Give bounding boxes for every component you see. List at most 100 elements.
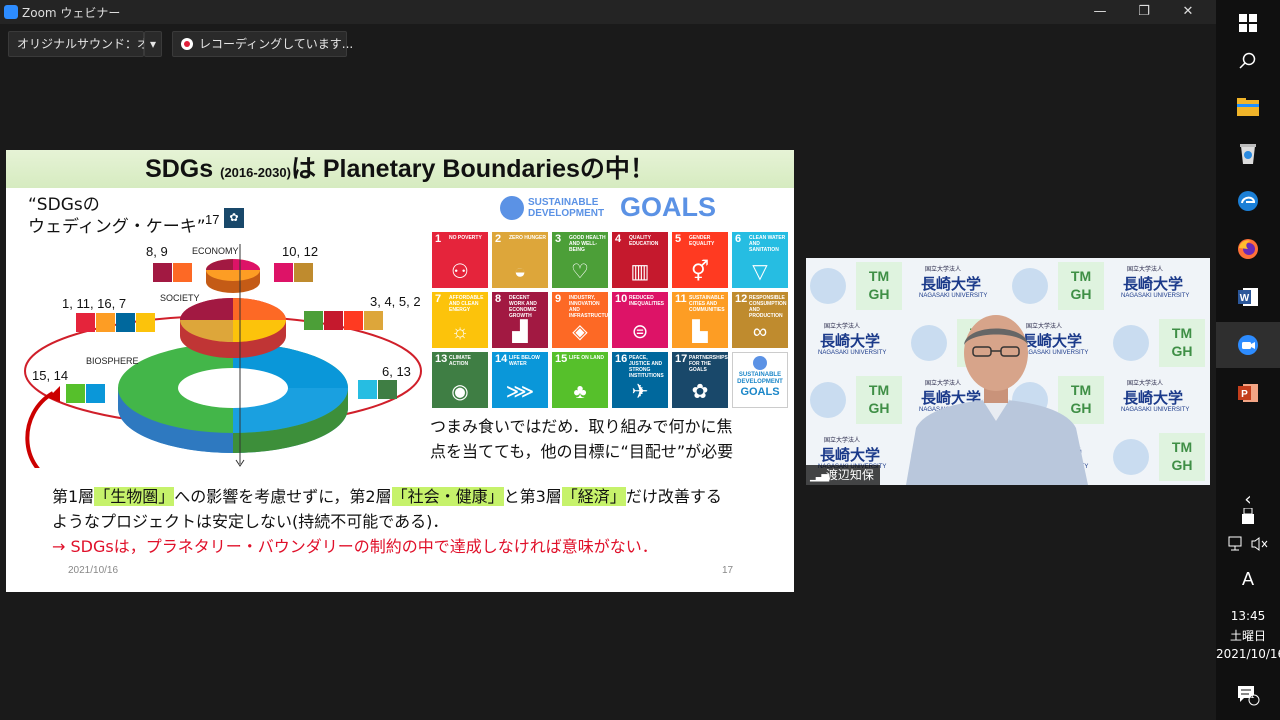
close-button[interactable]: ✕ [1168,2,1208,22]
search-icon[interactable] [1216,38,1280,84]
tmgh-line1: TM [1171,325,1193,341]
ime-indicator[interactable]: A [1216,556,1280,602]
goal17-mini-icon: ✿ [224,208,244,228]
record-icon [181,38,193,50]
title-rest: は Planetary Boundariesの中！ [290,155,655,183]
wm-univ-en: NAGASAKI UNIVERSITY [818,350,887,356]
sdg-icon-grid: 1 NO POVERTY ⚇ 2 ZERO HUNGER ◒ 3 GOOD HEALTH AN… [432,232,788,408]
sdg-goal-5: 5 GENDER EQUALITY ⚥ [672,232,728,288]
tmgh-watermark: TMGH [806,258,906,314]
tmgh-watermark: TMGH [806,372,906,428]
taskbar-date[interactable]: 2021/10/16 [1216,647,1280,661]
economy-left-icons [153,263,192,282]
logo-line2: DEVELOPMENT [528,208,605,219]
sdg-number: 14 [495,353,508,365]
sdg-glyph-icon: ♣ [573,381,587,403]
window-title-bar: Zoom ウェビナー — ❐ ✕ [0,0,1216,24]
sdg-title: CLEAN WATER AND SANITATION [749,235,786,253]
nagasaki-univ-watermark: 国立大学法人長崎大学NAGASAKI UNIVERSITY [1109,258,1209,314]
slide-date: 2021/10/16 [68,565,119,576]
powerpoint-icon[interactable]: P [1216,370,1280,416]
body-1g: だけ改善する [625,487,722,506]
edge-browser-icon[interactable] [1216,178,1280,224]
sdg-title: CLIMATE ACTION [449,355,471,367]
biosphere-right-goals: 6, 13 [382,364,411,379]
sdg-title: LIFE ON LAND [569,355,604,361]
sdg-glyph-icon: ⚥ [690,261,710,283]
sdg-glyph-icon: ◉ [451,381,469,403]
biosphere-left-goals: 15, 14 [32,368,69,383]
wm-univ: 長崎大学 [820,446,881,464]
zoom-taskbar-icon[interactable] [1216,322,1280,368]
sdg-number: 12 [735,293,748,305]
sdg-glyph-icon: ⊜ [631,321,649,343]
wedding-cake-diagram [24,244,422,468]
signal-bars-icon: ▁▃▅ [810,471,829,482]
svg-text:P: P [1241,389,1248,400]
biosphere-left-icons [66,384,105,403]
sdg-number: 10 [615,293,628,305]
recording-indicator[interactable]: レコーディングしています... [172,31,353,57]
word-icon[interactable]: W [1216,274,1280,320]
tmgh-watermark: TMGH [1109,429,1209,485]
sdg-title: PARTNERSHIPS FOR THE GOALS [689,355,728,373]
firefox-icon[interactable] [1216,226,1280,272]
sdg-logo-tile: SUSTAINABLE DEVELOPMENT GOALS [732,352,788,408]
sdg-number: 5 [675,233,682,245]
recycle-bin-icon[interactable] [1216,130,1280,176]
wm-org: 国立大学法人 [1127,380,1164,387]
file-explorer-icon[interactable] [1216,84,1280,130]
sdg-goal-17: 17 PARTNERSHIPS FOR THE GOALS ✿ [672,352,728,408]
nagasaki-univ-watermark: 国立大学法人長崎大学NAGASAKI UNIVERSITY [806,315,906,371]
slide-note: つまみ食いではだめ．取り組みで何かに焦 点を当てても，他の目標に“目配せ”が必要 [430,414,733,464]
sdg-logo-text: SUSTAINABLE DEVELOPMENT [528,197,604,219]
wm-univ: 長崎大学 [1123,389,1184,407]
nagasaki-univ-watermark: 国立大学法人長崎大学NAGASAKI UNIVERSITY [1109,372,1209,428]
participant-video[interactable]: TM GH 国立大学法人 長崎大学 NAGASAKI UNIVERSITY TM GH 国立大… [806,258,1210,485]
society-left-icons [76,313,155,332]
original-sound-dropdown[interactable]: ▾ [144,31,162,57]
notification-center-icon[interactable]: 1 [1216,672,1280,718]
sdg-goal-4: 4 QUALITY EDUCATION ▥ [612,232,668,288]
sdg-glyph-icon: ⚇ [451,261,469,283]
original-sound-button[interactable]: オリジナルサウンド：オフ [8,31,161,57]
network-volume-icons[interactable] [1216,530,1280,558]
wm-univ: 長崎大学 [820,332,881,350]
sdg-title: LIFE BELOW WATER [509,355,540,367]
sdg-title: SUSTAINABLE CITIES AND COMMUNITIES [689,295,725,313]
economy-label: ECONOMY [192,246,239,256]
body-line1: 第1層「生物圏」への影響を考慮せずに，第2層「社会・健康」と第3層「経済」だけ改… [52,484,722,509]
economy-right-icons [274,263,313,282]
body-1a: 第1層 [52,487,95,506]
taskbar-weekday[interactable]: 土曜日 [1216,627,1280,644]
usb-device-icon[interactable] [1216,502,1280,530]
sdg-glyph-icon: ✈ [631,381,649,403]
sdg-number: 2 [495,233,502,245]
window-title: Zoom ウェビナー [22,6,121,20]
body-line2: ようなプロジェクトは安定しない(持続不可能である)． [52,512,449,531]
sdg-number: 8 [495,293,502,305]
notification-count: 1 [1250,691,1255,700]
society-label: SOCIETY [160,293,200,303]
wm-univ: 長崎大学 [1123,275,1184,293]
restore-button[interactable]: ❐ [1124,2,1164,22]
taskbar-time[interactable]: 13:45 [1216,609,1280,623]
tmgh-logo: TM GH [856,262,902,310]
sdg-glyph-icon: ▙ [692,321,708,343]
sdg-glyph-icon: ▽ [752,261,768,283]
slide-title: SDGs (2016-2030)は Planetary Boundariesの中… [6,150,794,188]
tmgh-line2: GH [1171,457,1193,473]
sdg-glyph-icon: ◒ [513,261,527,283]
minimize-button[interactable]: — [1080,2,1120,22]
sdg-number: 15 [555,353,568,365]
sdg-title: ZERO HUNGER [509,235,546,241]
society-right-icons [304,311,383,330]
sdg-goal-9: 9 INDUSTRY, INNOVATION AND INFRASTRUCTURE… [552,292,608,348]
sdg-number: 13 [435,353,448,365]
logo-tile-line1: SUSTAINABLE [738,372,782,378]
sdg-title: GOOD HEALTH AND WELL-BEING [569,235,606,253]
slide-body: 第1層「生物圏」への影響を考慮せずに，第2層「社会・健康」と第3層「経済」だけ改… [52,484,722,559]
goal17-label: 17 [205,212,220,227]
sdg-title: INDUSTRY, INNOVATION AND INFRASTRUCTURE [569,295,608,319]
sdg-goal-16: 16 PEACE, JUSTICE AND STRONG INSTITUTIONS… [612,352,668,408]
